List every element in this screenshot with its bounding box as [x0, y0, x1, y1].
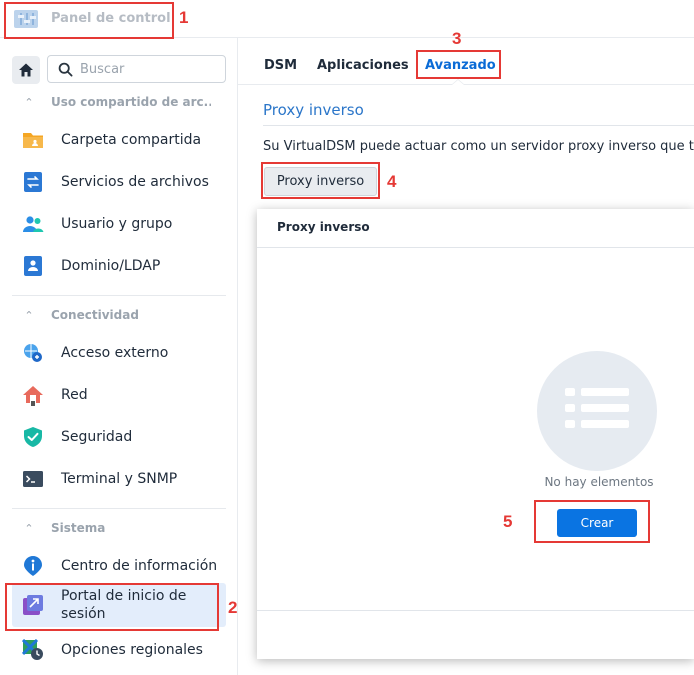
annotation-box-2 [5, 583, 219, 631]
sidebar-item-label: Usuario y grupo [61, 216, 173, 232]
chevron-up-icon: ⌃ [24, 308, 34, 322]
section-file-sharing[interactable]: ⌃ Uso compartido de arc... [12, 89, 226, 115]
info-icon [24, 556, 42, 576]
sidebar-item-regional-options[interactable]: Opciones regionales [12, 630, 226, 670]
sidebar-item-label: Carpeta compartida [61, 132, 202, 148]
dialog-title: Proxy inverso [277, 220, 370, 234]
dialog-footer-rule [257, 610, 694, 611]
file-services-icon [24, 172, 42, 192]
external-access-icon [24, 344, 42, 362]
section-divider [12, 508, 226, 509]
active-tab-indicator [451, 79, 465, 85]
sidebar-item-network[interactable]: Red [12, 375, 226, 415]
section-label: Conectividad [51, 308, 139, 322]
regional-options-icon [22, 639, 43, 660]
annotation-number-2: 2 [228, 598, 238, 617]
dialog-header-rule [257, 247, 694, 248]
sidebar-item-domain-ldap[interactable]: Dominio/LDAP [12, 246, 226, 286]
sidebar-item-file-services[interactable]: Servicios de archivos [12, 162, 226, 202]
section-title-reverse-proxy: Proxy inverso [263, 101, 364, 119]
chevron-up-icon: ⌃ [24, 95, 34, 109]
sidebar-item-label: Terminal y SNMP [61, 471, 178, 487]
section-connectivity[interactable]: ⌃ Conectividad [12, 302, 226, 328]
tab-applications[interactable]: Aplicaciones [317, 58, 409, 73]
sidebar-item-info-center[interactable]: Centro de información [12, 546, 226, 586]
sidebar: ⌃ Uso compartido de arc... Carpeta compa… [0, 38, 238, 675]
folder-icon [23, 133, 43, 148]
sidebar-item-label: Red [61, 387, 88, 403]
home-button[interactable] [12, 56, 40, 84]
search-input[interactable] [80, 60, 220, 78]
sidebar-item-label: Opciones regionales [61, 642, 203, 658]
chevron-up-icon: ⌃ [24, 521, 34, 535]
sidebar-item-label: Seguridad [61, 429, 133, 445]
reverse-proxy-dialog: Proxy inverso No hay elementos Crear [257, 209, 694, 659]
network-house-icon [23, 386, 43, 406]
tab-dsm[interactable]: DSM [264, 58, 297, 73]
terminal-icon [23, 471, 43, 487]
sidebar-item-label: Servicios de archivos [61, 174, 209, 190]
annotation-number-3: 3 [452, 29, 462, 48]
shield-icon [24, 427, 42, 447]
sidebar-item-terminal-snmp[interactable]: Terminal y SNMP [12, 459, 226, 499]
empty-state-illustration [537, 351, 657, 471]
sidebar-item-label: Dominio/LDAP [61, 258, 161, 274]
section-system[interactable]: ⌃ Sistema [12, 515, 226, 541]
user-group-icon [23, 216, 44, 232]
section-description: Su VirtualDSM puede actuar como un servi… [263, 139, 694, 154]
section-rule [263, 125, 694, 126]
search-icon [58, 62, 73, 77]
section-divider [12, 295, 226, 296]
sidebar-item-user-group[interactable]: Usuario y grupo [12, 204, 226, 244]
annotation-box-3 [416, 50, 501, 79]
annotation-box-5 [534, 500, 650, 543]
annotation-box-1 [4, 2, 174, 39]
section-label: Sistema [51, 521, 106, 535]
annotation-number-4: 4 [387, 172, 397, 191]
sidebar-item-label: Acceso externo [61, 345, 169, 361]
sidebar-item-external-access[interactable]: Acceso externo [12, 333, 226, 373]
list-icon [565, 388, 629, 428]
sidebar-item-security[interactable]: Seguridad [12, 417, 226, 457]
annotation-number-5: 5 [503, 512, 513, 531]
sidebar-item-label: Centro de información [61, 558, 218, 574]
domain-ldap-icon [24, 256, 42, 276]
annotation-number-1: 1 [179, 8, 189, 27]
sidebar-item-shared-folder[interactable]: Carpeta compartida [12, 120, 226, 160]
empty-state-text: No hay elementos [544, 475, 654, 489]
section-label: Uso compartido de arc... [51, 95, 211, 109]
home-icon [19, 63, 33, 77]
search-box[interactable] [47, 55, 226, 83]
annotation-box-4 [261, 162, 380, 199]
